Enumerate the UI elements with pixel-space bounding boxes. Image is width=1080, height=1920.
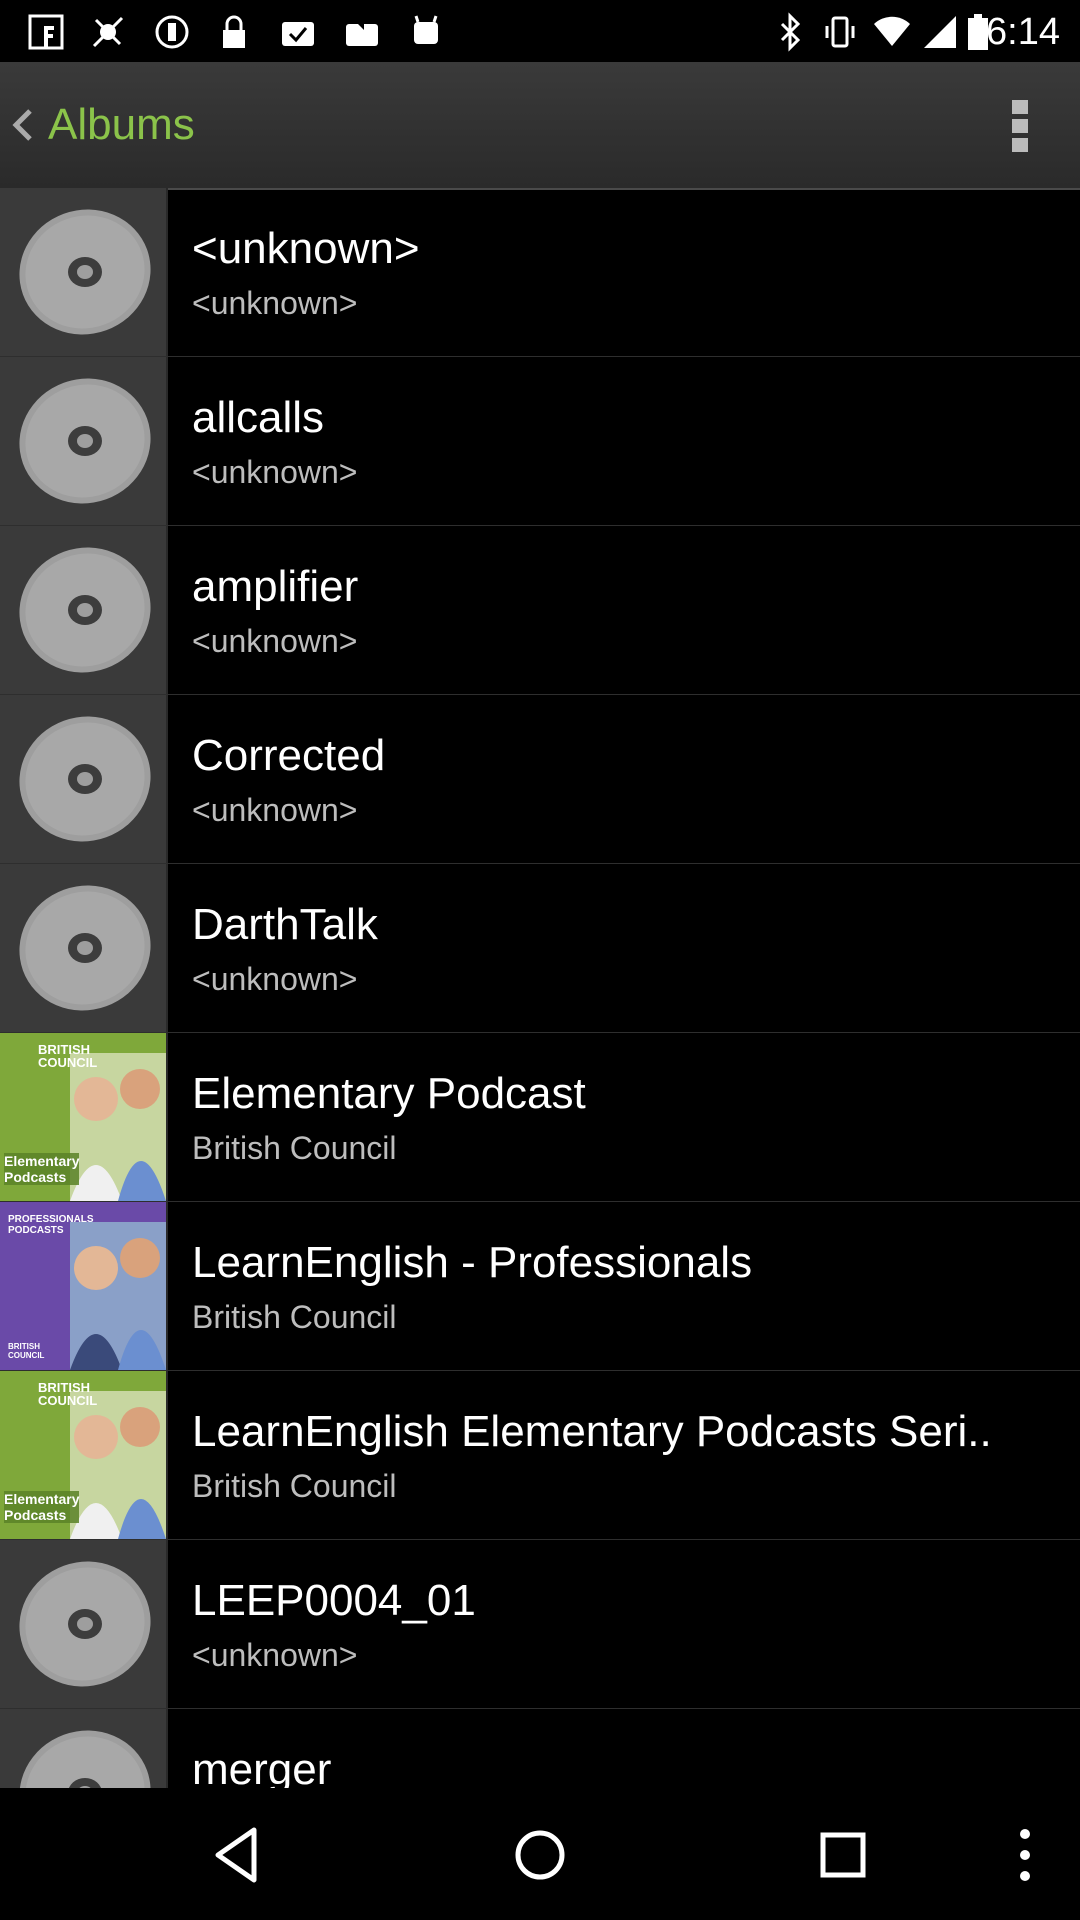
- signal-icon: [924, 16, 956, 48]
- album-title: Elementary Podcast: [192, 1069, 586, 1118]
- up-navigation-button[interactable]: Albums: [0, 62, 220, 188]
- recents-icon[interactable]: [808, 1820, 878, 1890]
- cover-caption-text: PROFESSIONALS PODCASTS: [8, 1214, 94, 1236]
- action-bar: Albums: [0, 62, 1080, 190]
- album-list[interactable]: <unknown> <unknown> allcalls <unknown> ampli…: [0, 188, 1080, 1788]
- album-title: LearnEnglish Elementary Podcasts Seri..: [192, 1407, 992, 1456]
- cover-brand-text: BRITISH COUNCIL: [38, 1380, 98, 1408]
- task-check-icon: [282, 22, 314, 46]
- album-art: BRITISH COUNCIL Elementary Podcasts: [0, 1371, 168, 1539]
- status-bar: 6:14: [0, 0, 1080, 62]
- briefcase-icon: [346, 22, 378, 46]
- disc-icon: [0, 695, 166, 863]
- album-row[interactable]: BRITISH COUNCIL PROFESSIONALS PODCASTS Lea…: [0, 1202, 1080, 1371]
- disc-icon: [0, 357, 166, 525]
- disc-icon: [0, 1709, 166, 1788]
- home-icon[interactable]: [505, 1820, 575, 1890]
- cover-brand-text: BRITISH COUNCIL: [38, 1042, 98, 1070]
- disc-icon: [0, 1540, 166, 1708]
- facebook-icon: [28, 14, 64, 50]
- do-not-disturb-icon: [155, 15, 189, 49]
- album-artist: British Council: [192, 1130, 397, 1166]
- album-title: amplifier: [192, 562, 359, 611]
- album-artist: <unknown>: [192, 961, 358, 997]
- disc-icon: [0, 188, 166, 356]
- album-row[interactable]: DarthTalk <unknown>: [0, 864, 1080, 1033]
- album-title: Corrected: [192, 731, 386, 780]
- album-row[interactable]: amplifier <unknown>: [0, 526, 1080, 695]
- bluetooth-icon: [780, 12, 801, 52]
- cover-caption-text: Elementary Podcasts: [4, 1491, 80, 1523]
- album-title: DarthTalk: [192, 900, 378, 949]
- wifi-icon: [874, 16, 910, 46]
- menu-icon[interactable]: [1000, 1820, 1050, 1890]
- album-row[interactable]: BRITISH COUNCIL Elementary Podcasts Elemen…: [0, 1033, 1080, 1202]
- album-title: allcalls: [192, 393, 325, 442]
- album-artist: British Council: [192, 1299, 397, 1335]
- album-row[interactable]: BRITISH COUNCIL Elementary Podcasts LearnE…: [0, 1371, 1080, 1540]
- chevron-left-icon: [12, 109, 32, 141]
- album-art: BRITISH COUNCIL PROFESSIONALS PODCASTS: [0, 1202, 168, 1370]
- page-title: Albums: [48, 100, 195, 149]
- cover-brand-text: BRITISH COUNCIL: [8, 1342, 45, 1360]
- album-title: <unknown>: [192, 224, 420, 273]
- clock: 6:14: [986, 11, 1060, 53]
- album-row[interactable]: allcalls <unknown>: [0, 357, 1080, 526]
- album-art: [0, 864, 168, 1032]
- navigation-bar: [0, 1790, 1080, 1920]
- lock-icon: [223, 15, 245, 48]
- album-art: [0, 526, 168, 694]
- fake-gps-icon: [92, 16, 124, 48]
- album-row[interactable]: <unknown> <unknown>: [0, 188, 1080, 357]
- overflow-menu-icon[interactable]: [1000, 98, 1040, 154]
- album-row[interactable]: LEEP0004_01 <unknown>: [0, 1540, 1080, 1709]
- cover-caption-text: Elementary Podcasts: [4, 1153, 80, 1185]
- album-row[interactable]: merger: [0, 1709, 1080, 1788]
- vibrate-icon: [825, 16, 855, 48]
- back-icon[interactable]: [202, 1820, 272, 1890]
- album-artist: <unknown>: [192, 792, 358, 828]
- album-art: [0, 1540, 168, 1708]
- album-art: [0, 357, 168, 525]
- disc-icon: [0, 526, 166, 694]
- album-artist: <unknown>: [192, 1637, 358, 1673]
- android-debug-icon: [414, 15, 438, 44]
- album-artist: <unknown>: [192, 454, 358, 490]
- album-title: LEEP0004_01: [192, 1576, 476, 1625]
- album-art: BRITISH COUNCIL Elementary Podcasts: [0, 1033, 168, 1201]
- album-title: LearnEnglish - Professionals: [192, 1238, 753, 1287]
- album-art: [0, 1709, 168, 1788]
- album-art: [0, 188, 168, 356]
- album-art: [0, 695, 168, 863]
- album-title: merger: [192, 1745, 332, 1788]
- album-artist: <unknown>: [192, 285, 358, 321]
- album-row[interactable]: Corrected <unknown>: [0, 695, 1080, 864]
- disc-icon: [0, 864, 166, 1032]
- album-artist: <unknown>: [192, 623, 358, 659]
- album-artist: British Council: [192, 1468, 397, 1504]
